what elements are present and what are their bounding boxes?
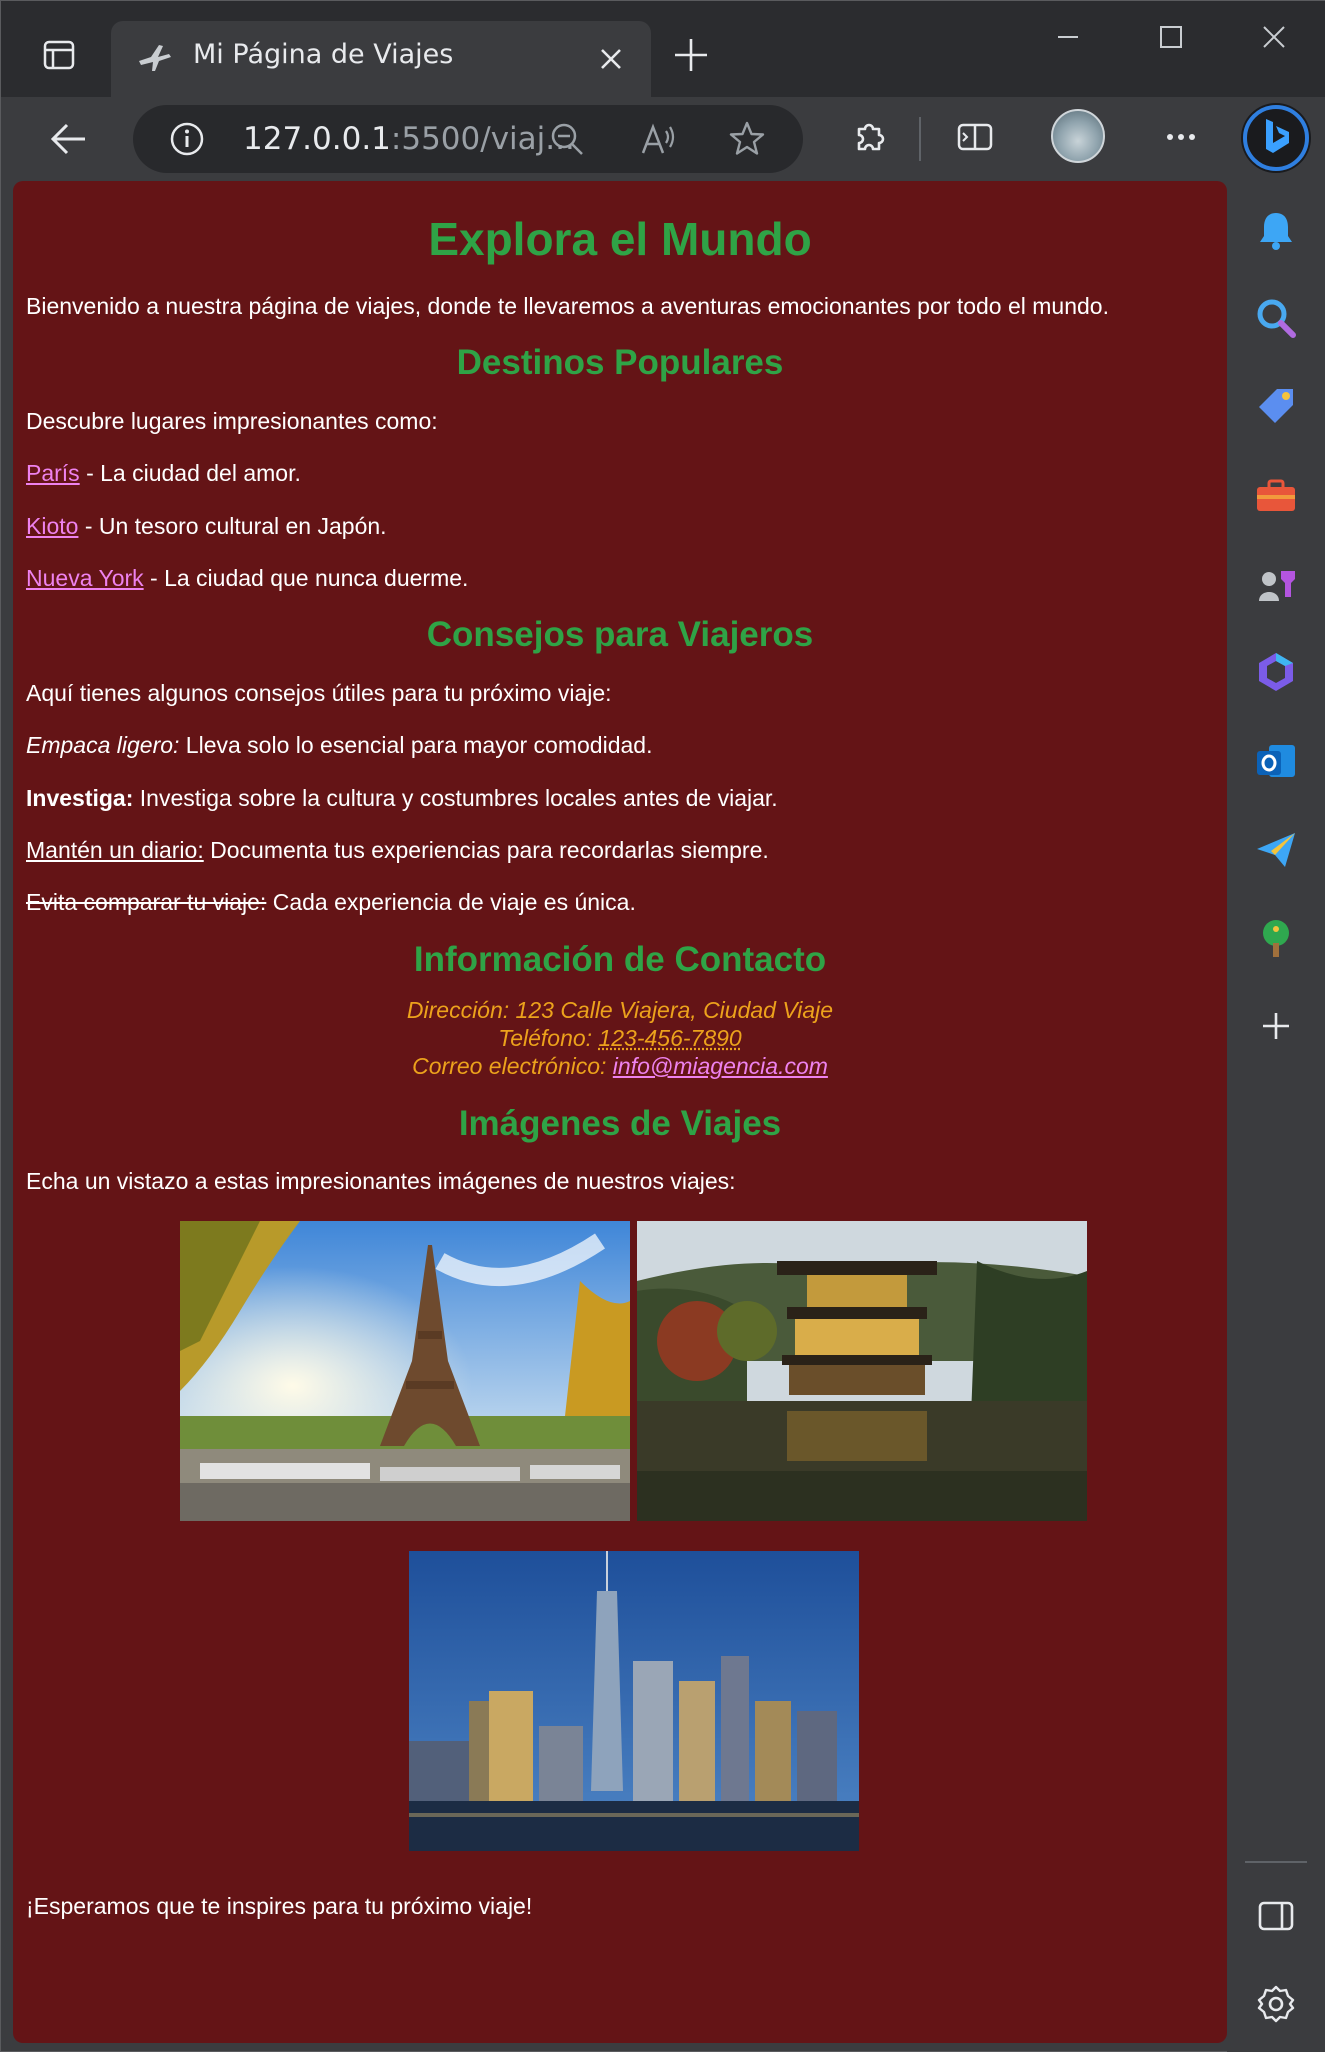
page-viewport: Explora el Mundo Bienvenido a nuestra pá… bbox=[13, 181, 1227, 2043]
new-tab-icon[interactable] bbox=[669, 33, 713, 77]
tips-heading: Consejos para Viajeros bbox=[426, 615, 814, 655]
tip-item: Evita comparar tu viaje: Cada experienci… bbox=[26, 889, 636, 916]
tab-title: Mi Página de Viajes bbox=[193, 39, 454, 70]
tab-bar: Mi Página de Viajes bbox=[1, 1, 1325, 97]
profile-avatar[interactable] bbox=[1051, 109, 1105, 163]
image-gallery bbox=[26, 1220, 1214, 1881]
outlook-icon[interactable] bbox=[1251, 737, 1301, 787]
intro-text: Bienvenido a nuestra página de viajes, d… bbox=[26, 293, 1109, 319]
destinations-lead: Descubre lugares impresionantes como: bbox=[26, 407, 438, 434]
read-aloud-icon[interactable] bbox=[639, 119, 679, 159]
sidebar-toggle-icon[interactable] bbox=[1251, 1891, 1301, 1941]
tag-icon[interactable] bbox=[1251, 381, 1301, 431]
contact-email-line: Correo electrónico: info@miagencia.com bbox=[412, 1053, 828, 1080]
edge-sidebar bbox=[1227, 181, 1325, 2052]
address-toolbar: 127.0.0.1:5500/viaj... bbox=[1, 97, 1325, 181]
contact-phone-line: Teléfono: 123-456-7890 bbox=[498, 1025, 742, 1052]
favorite-star-icon[interactable] bbox=[727, 119, 767, 159]
new-york-image bbox=[409, 1550, 859, 1851]
active-tab[interactable]: Mi Página de Viajes bbox=[111, 21, 651, 97]
search-icon[interactable] bbox=[1251, 293, 1301, 343]
bell-icon[interactable] bbox=[1251, 205, 1301, 255]
window-close-icon[interactable] bbox=[1244, 15, 1304, 59]
destination-item-nueva-york: Nueva York - La ciudad que nunca duerme. bbox=[26, 565, 469, 591]
page-content: Explora el Mundo Bienvenido a nuestra pá… bbox=[13, 213, 1227, 1919]
paris-link[interactable]: París bbox=[26, 460, 80, 486]
phone-number[interactable]: 123-456-7890 bbox=[598, 1025, 741, 1051]
games-icon[interactable] bbox=[1251, 559, 1301, 609]
copilot-icon[interactable] bbox=[1251, 647, 1301, 697]
toolbox-icon[interactable] bbox=[1251, 471, 1301, 521]
close-tab-icon[interactable] bbox=[591, 39, 631, 79]
nueva-york-link[interactable]: Nueva York bbox=[26, 565, 144, 591]
minimize-icon[interactable] bbox=[1038, 15, 1098, 59]
bing-icon bbox=[1243, 105, 1309, 171]
airplane-icon bbox=[139, 45, 171, 71]
closing-text: ¡Esperamos que te inspires para tu próxi… bbox=[26, 1892, 533, 1919]
contact-heading: Información de Contacto bbox=[413, 939, 827, 979]
extensions-icon[interactable] bbox=[847, 115, 891, 159]
contact-block: Dirección: 123 Calle Viajera, Ciudad Via… bbox=[26, 996, 1214, 1080]
page-title: Explora el Mundo bbox=[428, 213, 812, 265]
split-screen-icon[interactable] bbox=[953, 115, 997, 159]
address-bar[interactable]: 127.0.0.1:5500/viaj... bbox=[133, 105, 803, 173]
more-options-icon[interactable] bbox=[1159, 115, 1203, 159]
info-icon[interactable] bbox=[169, 121, 205, 157]
tip-item: Mantén un diario: Documenta tus experien… bbox=[26, 837, 769, 863]
images-lead: Echa un vistazo a estas impresionantes i… bbox=[26, 1168, 736, 1195]
tree-icon[interactable] bbox=[1251, 913, 1301, 963]
settings-icon[interactable] bbox=[1251, 1979, 1301, 2029]
bing-chat-button[interactable] bbox=[1241, 103, 1311, 173]
tip-item: Investiga: Investiga sobre la cultura y … bbox=[26, 784, 778, 811]
destination-item-kioto: Kioto - Un tesoro cultural en Japón. bbox=[26, 512, 387, 539]
maximize-icon[interactable] bbox=[1141, 15, 1201, 59]
tip-item: Empaca ligero: Lleva solo lo esencial pa… bbox=[26, 732, 653, 759]
email-link[interactable]: info@miagencia.com bbox=[613, 1053, 828, 1079]
sidebar-divider bbox=[1245, 1861, 1307, 1863]
paris-image bbox=[180, 1220, 630, 1521]
zoom-out-icon[interactable] bbox=[547, 119, 587, 159]
tips-lead: Aquí tienes algunos consejos útiles para… bbox=[26, 679, 612, 706]
images-heading: Imágenes de Viajes bbox=[458, 1104, 782, 1144]
tab-actions-icon[interactable] bbox=[27, 23, 91, 87]
destinations-heading: Destinos Populares bbox=[456, 343, 784, 383]
add-icon[interactable] bbox=[1251, 1001, 1301, 1051]
kioto-link[interactable]: Kioto bbox=[26, 513, 78, 539]
kyoto-image bbox=[637, 1220, 1087, 1521]
send-icon[interactable] bbox=[1251, 825, 1301, 875]
url-text[interactable]: 127.0.0.1:5500/viaj... bbox=[243, 121, 575, 157]
browser-window: Mi Página de Viajes 127.0.0.1:5500/viaj.… bbox=[0, 0, 1325, 2052]
contact-address: Dirección: 123 Calle Viajera, Ciudad Via… bbox=[406, 997, 834, 1024]
back-arrow-icon[interactable] bbox=[41, 111, 97, 167]
toolbar-divider bbox=[919, 117, 921, 161]
destination-item-paris: París - La ciudad del amor. bbox=[26, 460, 301, 487]
